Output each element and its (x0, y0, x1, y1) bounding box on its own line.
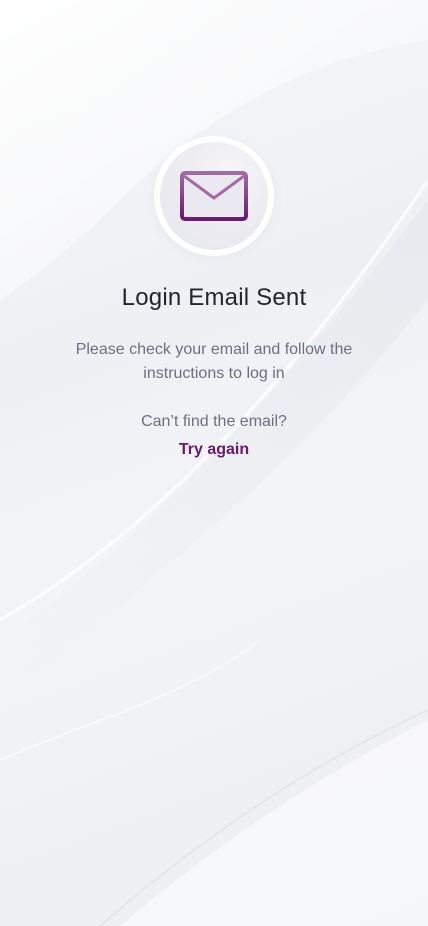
envelope-icon (180, 171, 248, 221)
instruction-message: Please check your email and follow the i… (75, 341, 353, 382)
envelope-badge-inner (160, 142, 268, 250)
envelope-badge (154, 136, 274, 256)
login-email-sent-screen: Login Email Sent Please check your email… (0, 0, 428, 926)
content-column: Login Email Sent Please check your email… (0, 0, 428, 462)
cant-find-email-text: Can’t find the email? (141, 413, 287, 430)
try-again-button[interactable]: Try again (179, 438, 249, 462)
page-title: Login Email Sent (121, 284, 307, 311)
